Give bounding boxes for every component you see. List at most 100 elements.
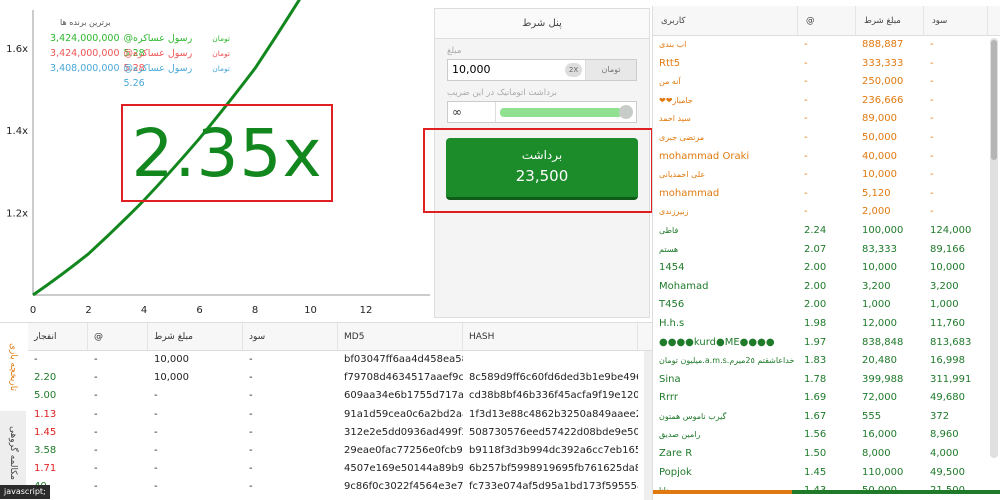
player-at: 1.67 [804,410,827,422]
header-user[interactable]: کاربری [653,6,798,35]
player-bet: 236,666 [862,94,904,106]
history-md5: f79708d4634517aaef9c0 [344,372,463,384]
player-profit: 372 [930,410,950,422]
player-bet: 83,333 [862,243,897,255]
player-profit: - [930,113,934,125]
currency-selector[interactable]: تومان [586,60,636,80]
player-user: Rrrr [659,392,678,404]
player-bet: 10,000 [862,262,897,274]
history-hash: 1f3d13e88c4862b3250a849aaee2e68 [469,408,638,420]
header-at[interactable]: @ [88,323,148,350]
player-at: - [804,206,808,218]
player-bet: 333,333 [862,57,904,69]
history-scrollbar[interactable] [644,351,652,500]
x-tick-label: 0 [30,305,36,316]
history-row: - - 10,000 - bf03047ff6aa4d458ea58 [28,351,652,369]
players-scroll-thumb[interactable] [991,40,997,160]
header-profit[interactable]: سود [243,323,338,350]
player-user: علی احمدیانی [659,170,706,180]
player-bet: 838,848 [862,336,904,348]
player-user: mohammad Oraki [659,150,750,162]
player-row: مرتضی جبری - 50,000 - [653,129,1000,148]
tab-group-chat-label: مکالمه گروهی [8,425,19,481]
players-header: کاربری @ مبلغ شرط سود [653,6,1000,36]
top-winner-row: 3,424,000,000 @رسول عساکره 5.28 تومان [50,31,230,59]
top-winner-row: 3,424,000,000 @رسول عساکره 5.28 تومان [50,46,230,74]
player-profit: - [930,206,934,218]
history-at: - [94,408,98,420]
player-profit: - [930,150,934,162]
player-user: هستم [659,244,679,254]
history-row: 1.13 - - - 91a1d59cea0c6a2bd2aa 1f3d13e88c486… [28,406,652,424]
auto-cashout-input[interactable]: ∞ [448,102,496,122]
auto-cashout-row: ∞ [447,101,637,123]
top-winner-name: @رسول عساکره 5.28 [123,33,193,59]
player-profit: 311,991 [930,373,972,385]
history-bet: - [154,408,158,420]
player-row: Mohamad 2.00 3,200 3,200 [653,278,1000,297]
bet-amount-input[interactable]: 10,000 2X [448,60,586,80]
header-crash[interactable]: انفجار [28,323,88,350]
player-row: 1454 2.00 10,000 10,000 [653,259,1000,278]
player-at: 2.00 [804,262,827,274]
history-tabs: تاریخچه بازی مکالمه گروهی [0,323,26,500]
header-bet[interactable]: مبلغ شرط [148,323,243,350]
player-row: رامین صدیق 1.56 16,000 8,960 [653,426,1000,445]
player-at: - [804,94,808,106]
history-table: انفجار @ مبلغ شرط سود MD5 HASH - - 10,000 -… [28,323,652,497]
top-winner-row: 3,408,000,000 @رسول عساکره 5.26 تومان [50,61,230,89]
player-profit: 3,200 [930,280,959,292]
player-bet: 40,000 [862,150,897,162]
history-profit: - [249,481,253,493]
auto-cashout-label: برداشت اتوماتیک در این ضریب [447,88,557,98]
header-profit[interactable]: سود [924,6,988,35]
auto-cashout-slider[interactable] [496,102,636,122]
player-user: H.h.s [659,317,685,329]
history-md5: 4507e169e50144a89b9d [344,463,463,475]
history-row: 5.00 - - - 609aa34e6b1755d717aa cd38b8bf46b33… [28,387,652,405]
player-at: 1.56 [804,429,827,441]
tab-group-chat[interactable]: مکالمه گروهی [0,411,26,495]
header-at[interactable]: @ [798,6,856,35]
player-row: میلیون تومان.a.m.s.خداعاشقتم 2٥میرم 1.83 2… [653,352,1000,371]
history-row: 1.45 - - - 312e2e5dd0936ad499f3 508730576eed5… [28,424,652,442]
player-profit: 11,760 [930,317,965,329]
player-user: Rtt5 [659,57,681,69]
y-tick-label: 1.2x [6,209,28,220]
double-amount-button[interactable]: 2X [565,63,582,77]
history-at: - [94,463,98,475]
history-at: - [94,354,98,365]
header-bet[interactable]: مبلغ شرط [856,6,924,35]
player-user: مرتضی جبری [659,132,705,142]
tab-game-history[interactable]: تاریخچه بازی [0,325,26,409]
multiplier-graph: 2.2x2x1.8x1.6x1.4x1.2x024681012 برترین ب… [0,0,432,318]
history-crash: 5.00 [34,390,57,402]
y-tick-label: 1.6x [6,44,28,55]
player-user: میلیون تومان.a.m.s.خداعاشقتم 2٥میرم [659,356,795,366]
status-tooltip: javascript; [0,485,50,499]
history-bet: 10,000 [154,354,189,365]
cashout-button[interactable]: برداشت 23,500 [446,138,638,200]
history-profit: - [249,426,253,438]
slider-handle[interactable] [619,105,633,119]
player-user: گیرب ناموس همتون [659,411,727,421]
top-winners-title: برترین برنده ها [60,18,111,27]
player-bet: 12,000 [862,317,897,329]
history-crash: 1.13 [34,408,57,420]
player-bet: 555 [862,410,882,422]
x-tick-label: 12 [360,305,373,316]
player-row: Zare R 1.50 8,000 4,000 [653,445,1000,464]
history-profit: - [249,408,253,420]
top-winners-panel: برترین برنده ها 3,424,000,000 @رسول عساکر… [50,18,230,89]
player-at: - [804,57,808,69]
header-md5[interactable]: MD5 [338,323,463,350]
header-hash[interactable]: HASH [463,323,638,350]
history-profit: - [249,444,253,456]
bet-panel-title: پنل شرط [435,9,649,39]
history-crash: - [34,354,38,365]
history-at: - [94,390,98,402]
player-user: فاطی [659,225,679,235]
player-row: H.h.s 1.98 12,000 11,760 [653,315,1000,334]
amount-field-row: 10,000 2X تومان [447,59,637,81]
player-at: 2.07 [804,243,827,255]
